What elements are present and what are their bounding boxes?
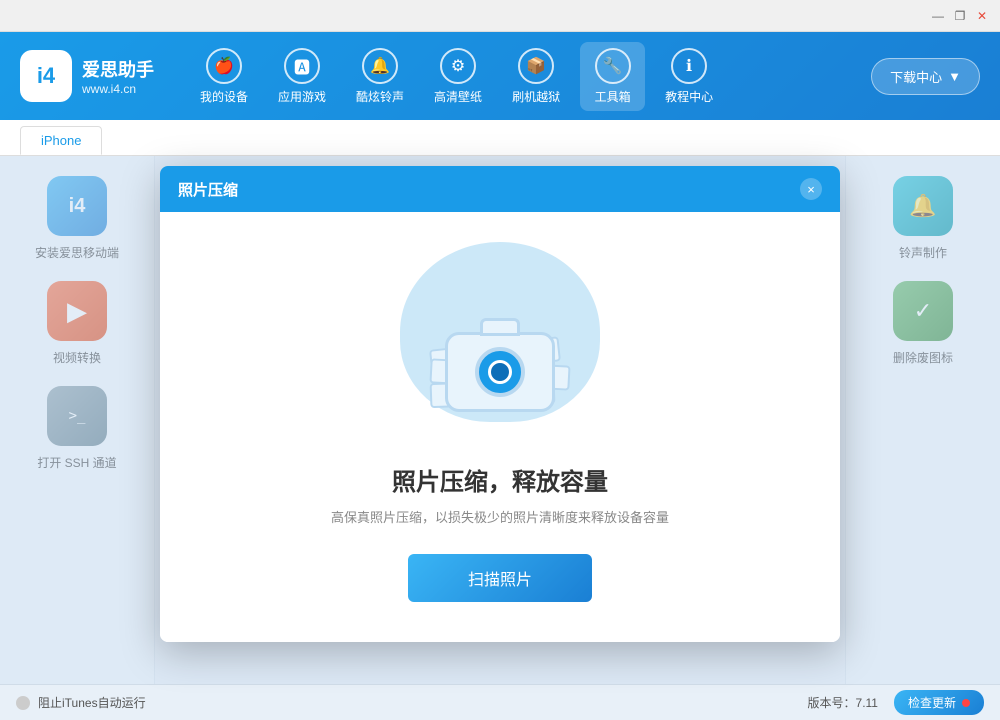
logo-area: i4 爱思助手 www.i4.cn xyxy=(20,50,160,102)
info-icon: ℹ xyxy=(671,48,707,84)
nav-tutorial[interactable]: ℹ 教程中心 xyxy=(655,42,723,111)
nav-label-jailbreak: 刷机越狱 xyxy=(512,88,560,105)
main-content: i4 安装爱思移动端 ▶ 视频转换 >_ 打开 SSH 通道 照片压缩 × xyxy=(0,156,1000,684)
tab-bar: iPhone xyxy=(0,120,1000,156)
camera-top xyxy=(480,318,520,336)
nav-jailbreak[interactable]: 📦 刷机越狱 xyxy=(502,42,570,111)
version-label: 版本号：7.11 xyxy=(808,694,878,711)
app-icon: 🅰 xyxy=(284,48,320,84)
logo-text: 爱思助手 www.i4.cn xyxy=(82,56,154,96)
restore-btn[interactable]: ❐ xyxy=(950,6,970,26)
wallpaper-icon: ⚙ xyxy=(440,48,476,84)
photo-illustration xyxy=(390,242,610,442)
nav-label-toolbox: 工具箱 xyxy=(595,88,631,105)
close-btn[interactable]: ✕ xyxy=(972,6,992,26)
jailbreak-icon: 📦 xyxy=(518,48,554,84)
minimize-btn[interactable]: — xyxy=(928,6,948,26)
download-button[interactable]: 下载中心 ▼ xyxy=(871,58,980,95)
update-label: 检查更新 xyxy=(908,694,956,711)
modal-header: 照片压缩 × xyxy=(160,166,840,212)
status-indicator xyxy=(16,696,30,710)
modal-overlay: 照片压缩 × xyxy=(0,156,1000,684)
logo-icon: i4 xyxy=(20,50,72,102)
tab-iphone[interactable]: iPhone xyxy=(20,126,102,155)
camera-lens xyxy=(475,347,525,397)
photo-compress-modal: 照片压缩 × xyxy=(160,166,840,642)
status-left: 阻止iTunes自动运行 xyxy=(16,694,146,711)
nav-my-device[interactable]: 🍎 我的设备 xyxy=(190,42,258,111)
camera-lens-inner xyxy=(488,360,512,384)
nav-label-wallpaper: 高清壁纸 xyxy=(434,88,482,105)
modal-close-button[interactable]: × xyxy=(800,178,822,200)
modal-subtitle: 高保真照片压缩，以损失极少的照片清晰度来释放设备容量 xyxy=(331,507,669,526)
modal-main-title: 照片压缩，释放容量 xyxy=(392,462,608,497)
nav-items: 🍎 我的设备 🅰 应用游戏 🔔 酷炫铃声 ⚙ 高清壁纸 📦 刷机越狱 🔧 工具箱… xyxy=(190,42,871,111)
check-update-button[interactable]: 检查更新 xyxy=(894,690,984,715)
header: i4 爱思助手 www.i4.cn 🍎 我的设备 🅰 应用游戏 🔔 酷炫铃声 ⚙… xyxy=(0,32,1000,120)
nav-toolbox[interactable]: 🔧 工具箱 xyxy=(580,42,645,111)
modal-body: 照片压缩，释放容量 高保真照片压缩，以损失极少的照片清晰度来释放设备容量 扫描照… xyxy=(160,212,840,642)
download-arrow-icon: ▼ xyxy=(948,69,961,84)
apple-icon: 🍎 xyxy=(206,48,242,84)
status-bar: 阻止iTunes自动运行 版本号：7.11 检查更新 xyxy=(0,684,1000,720)
nav-label-tutorial: 教程中心 xyxy=(665,88,713,105)
itunes-label: 阻止iTunes自动运行 xyxy=(38,694,146,711)
camera-body xyxy=(445,332,555,412)
logo-url: www.i4.cn xyxy=(82,82,154,96)
title-bar: — ❐ ✕ xyxy=(0,0,1000,32)
logo-name: 爱思助手 xyxy=(82,56,154,82)
nav-label-my-device: 我的设备 xyxy=(200,88,248,105)
update-notification-dot xyxy=(962,699,970,707)
nav-label-app: 应用游戏 xyxy=(278,88,326,105)
nav-app-game[interactable]: 🅰 应用游戏 xyxy=(268,42,336,111)
scan-photos-button[interactable]: 扫描照片 xyxy=(408,554,592,602)
status-right: 版本号：7.11 检查更新 xyxy=(808,690,984,715)
download-label: 下载中心 xyxy=(890,67,942,86)
nav-ringtone[interactable]: 🔔 酷炫铃声 xyxy=(346,42,414,111)
nav-wallpaper[interactable]: ⚙ 高清壁纸 xyxy=(424,42,492,111)
modal-title: 照片压缩 xyxy=(178,179,238,200)
nav-label-ringtone: 酷炫铃声 xyxy=(356,88,404,105)
bell-icon: 🔔 xyxy=(362,48,398,84)
toolbox-icon: 🔧 xyxy=(595,48,631,84)
